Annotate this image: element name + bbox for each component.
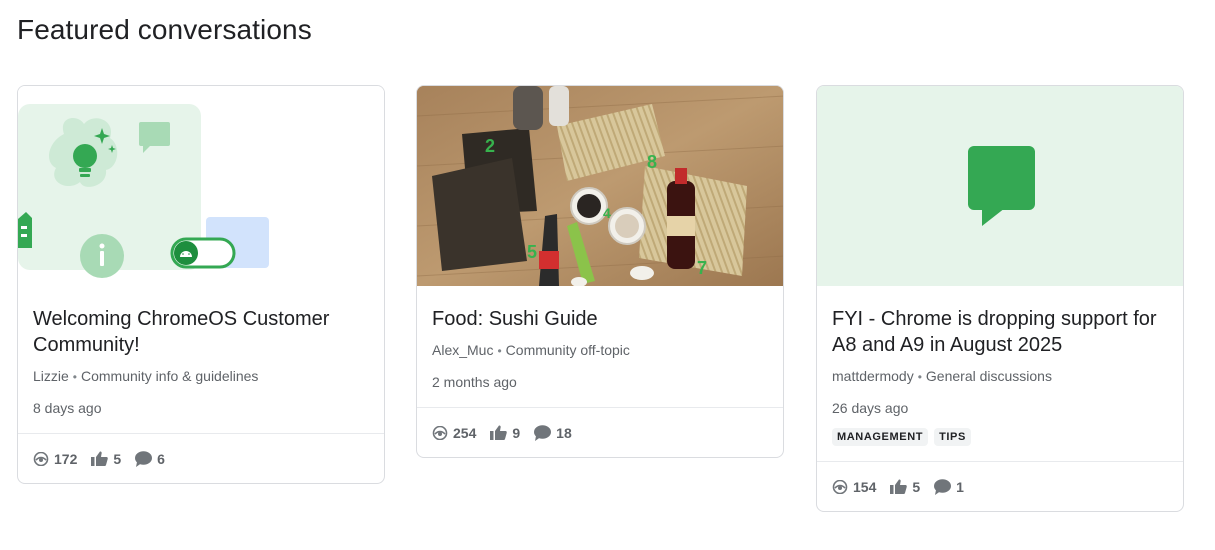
- thumbs-up-icon: [91, 451, 109, 466]
- svg-text:8: 8: [647, 152, 657, 172]
- views-count: 154: [853, 478, 877, 495]
- thumbs-up-icon: [890, 479, 908, 494]
- conversation-card-sushi-guide[interactable]: 2 8 5 4 7 Food: Sushi Guide Alex_Muc • Com…: [416, 85, 784, 458]
- likes-count: 9: [512, 424, 521, 441]
- views-stat: 254: [432, 425, 476, 441]
- post-time: 8 days ago: [33, 400, 102, 416]
- replies-stat: 18: [534, 425, 572, 441]
- svg-text:4: 4: [603, 205, 611, 221]
- card-stats: 172 5 6: [18, 434, 384, 483]
- svg-text:5: 5: [527, 242, 537, 262]
- likes-count: 5: [912, 478, 921, 495]
- card-stats: 154 5 1: [817, 462, 1183, 511]
- likes-stat: 5: [890, 479, 920, 495]
- author-link[interactable]: Lizzie: [33, 368, 69, 384]
- conversation-card-chromeos-welcome[interactable]: Welcoming ChromeOS Customer Community! L…: [17, 85, 385, 484]
- replies-count: 18: [556, 424, 572, 441]
- views-count: 254: [453, 424, 477, 441]
- tag-tips[interactable]: TIPS: [934, 428, 971, 446]
- views-stat: 172: [33, 451, 77, 467]
- author-link[interactable]: mattdermody: [832, 368, 914, 384]
- card-stats: 254 9 18: [417, 408, 783, 457]
- eye-icon: [832, 479, 848, 494]
- info-icon: [80, 234, 124, 278]
- chat-bubble-icon: [968, 146, 1035, 226]
- card-illustration: [18, 86, 384, 286]
- thumbs-up-icon: [490, 425, 508, 440]
- card-meta: Lizzie • Community info & guidelines: [33, 366, 369, 387]
- category-link[interactable]: Community off-topic: [506, 342, 630, 358]
- views-stat: 154: [832, 479, 876, 495]
- card-placeholder-image: [817, 86, 1183, 286]
- post-time: 2 months ago: [432, 374, 517, 390]
- replies-count: 1: [956, 478, 964, 495]
- replies-count: 6: [157, 450, 165, 467]
- category-link[interactable]: Community info & guidelines: [81, 368, 258, 384]
- separator-dot: •: [497, 344, 502, 358]
- card-title[interactable]: Welcoming ChromeOS Customer Community!: [33, 306, 369, 358]
- card-meta: Alex_Muc • Community off-topic: [432, 340, 768, 361]
- likes-count: 5: [113, 450, 122, 467]
- comment-icon: [135, 450, 153, 467]
- likes-stat: 9: [490, 425, 520, 441]
- toggle-icon: [170, 237, 236, 269]
- views-count: 172: [54, 450, 78, 467]
- separator-dot: •: [72, 370, 77, 384]
- section-title: Featured conversations: [17, 14, 312, 45]
- tag-icon: [18, 212, 32, 248]
- author-link[interactable]: Alex_Muc: [432, 342, 493, 358]
- card-title[interactable]: FYI - Chrome is dropping support for A8 …: [832, 306, 1168, 358]
- post-time: 26 days ago: [832, 400, 909, 416]
- svg-text:2: 2: [485, 136, 495, 156]
- svg-text:7: 7: [697, 258, 707, 278]
- separator-dot: •: [917, 370, 922, 384]
- replies-stat: 6: [135, 451, 165, 467]
- sushi-photo: 2 8 5 4 7: [417, 86, 783, 286]
- comment-icon: [534, 424, 552, 441]
- card-title[interactable]: Food: Sushi Guide: [432, 306, 768, 332]
- conversation-card-chrome-a8-a9[interactable]: FYI - Chrome is dropping support for A8 …: [816, 85, 1184, 512]
- tag-management[interactable]: MANAGEMENT: [832, 428, 929, 446]
- replies-stat: 1: [934, 479, 964, 495]
- category-link[interactable]: General discussions: [926, 368, 1052, 384]
- tag-list: MANAGEMENT TIPS: [832, 428, 1168, 446]
- card-meta: mattdermody • General discussions: [832, 366, 1168, 387]
- eye-icon: [432, 425, 448, 440]
- likes-stat: 5: [91, 451, 121, 467]
- eye-icon: [33, 451, 49, 466]
- comment-icon: [934, 478, 952, 495]
